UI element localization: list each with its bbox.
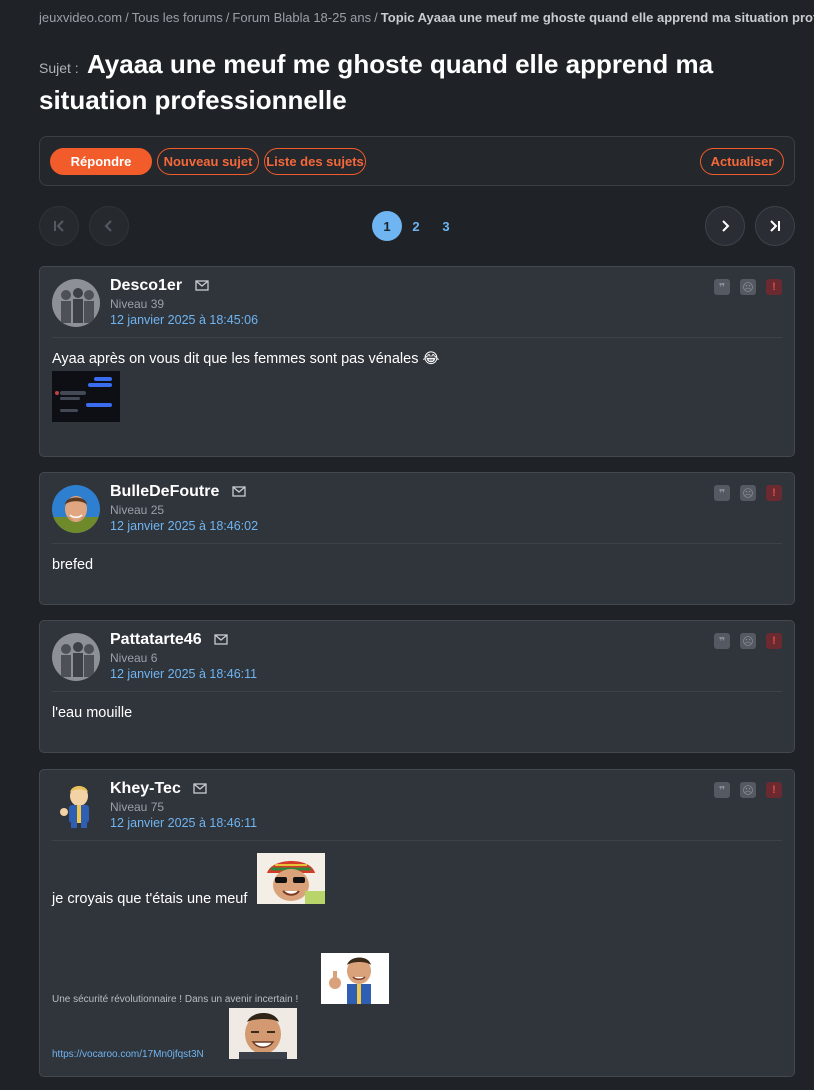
quote-icon[interactable]: ❞ bbox=[714, 485, 730, 501]
sticker-risitas-vault-boy[interactable] bbox=[321, 953, 389, 1004]
post: BulleDeFoutre Niveau 25 12 janvier 2025 … bbox=[39, 472, 795, 605]
page-2-link[interactable]: 2 bbox=[401, 211, 431, 241]
post: Pattatarte46 Niveau 6 12 janvier 2025 à … bbox=[39, 620, 795, 753]
avatar[interactable] bbox=[52, 782, 100, 830]
author-level: Niveau 39 bbox=[110, 297, 165, 311]
last-page-button[interactable] bbox=[755, 206, 795, 246]
post-text-content: Ayaa après on vous dit que les femmes so… bbox=[52, 351, 419, 367]
post-actions: ❞ ☹ ! bbox=[714, 782, 782, 798]
chat-screenshot-image bbox=[52, 371, 120, 422]
divider bbox=[52, 840, 782, 841]
author-name-text: BulleDeFoutre bbox=[110, 483, 220, 500]
page-3-link[interactable]: 3 bbox=[431, 211, 461, 241]
sticker-risitas-smile-image bbox=[229, 1008, 297, 1059]
quote-icon[interactable]: ❞ bbox=[714, 633, 730, 649]
post-actions: ❞ ☹ ! bbox=[714, 485, 782, 501]
author-name[interactable]: Desco1er bbox=[110, 277, 209, 295]
post-actions: ❞ ☹ ! bbox=[714, 633, 782, 649]
mail-icon[interactable] bbox=[194, 280, 209, 291]
action-bar: Répondre Nouveau sujet Liste des sujets … bbox=[39, 136, 795, 186]
post-actions: ❞ ☹ ! bbox=[714, 279, 782, 295]
author-name-text: Khey-Tec bbox=[110, 780, 181, 797]
quote-icon[interactable]: ❞ bbox=[714, 782, 730, 798]
prev-page-button[interactable] bbox=[89, 206, 129, 246]
sticker-risitas-sunglasses[interactable] bbox=[257, 853, 325, 904]
refresh-button[interactable]: Actualiser bbox=[700, 148, 784, 175]
report-icon[interactable]: ! bbox=[766, 633, 782, 649]
breadcrumb-forum-link[interactable]: Forum Blabla 18-25 ans bbox=[232, 10, 371, 25]
mail-icon[interactable] bbox=[193, 783, 207, 794]
blacklist-icon[interactable]: ☹ bbox=[740, 633, 756, 649]
sticker-risitas-smile[interactable] bbox=[229, 1008, 297, 1059]
author-name-text: Pattatarte46 bbox=[110, 631, 202, 648]
page-1-link[interactable]: 1 bbox=[372, 211, 402, 241]
new-topic-button[interactable]: Nouveau sujet bbox=[157, 148, 259, 175]
blacklist-icon[interactable]: ☹ bbox=[740, 279, 756, 295]
divider bbox=[52, 543, 782, 544]
avatar-silhouettes-image bbox=[52, 633, 100, 681]
breadcrumb-current-topic: Topic Ayaaa une meuf me ghoste quand ell… bbox=[380, 10, 814, 25]
avatar[interactable] bbox=[52, 633, 100, 681]
author-level: Niveau 75 bbox=[110, 800, 165, 814]
author-level: Niveau 6 bbox=[110, 651, 158, 665]
avatar[interactable] bbox=[52, 485, 100, 533]
first-page-button[interactable] bbox=[39, 206, 79, 246]
title-prefix: Sujet : bbox=[39, 60, 79, 76]
chevron-left-icon bbox=[104, 220, 112, 232]
post-date-link[interactable]: 12 janvier 2025 à 18:45:06 bbox=[110, 313, 258, 327]
post-text: brefed bbox=[52, 557, 94, 573]
avatar-man-image bbox=[52, 485, 100, 533]
post-date-link[interactable]: 12 janvier 2025 à 18:46:11 bbox=[110, 816, 257, 830]
signature-text: Une sécurité révolutionnaire ! Dans un a… bbox=[52, 994, 299, 1005]
post: Khey-Tec Niveau 75 12 janvier 2025 à 18:… bbox=[39, 769, 795, 1077]
mail-icon[interactable] bbox=[232, 486, 246, 497]
screenshot-thumbnail[interactable] bbox=[52, 371, 120, 422]
first-page-icon bbox=[54, 220, 64, 232]
sticker-risitas-sunglasses-image bbox=[257, 853, 325, 904]
quote-icon[interactable]: ❞ bbox=[714, 279, 730, 295]
next-page-button[interactable] bbox=[705, 206, 745, 246]
post: Desco1er Niveau 39 12 janvier 2025 à 18:… bbox=[39, 266, 795, 457]
avatar[interactable] bbox=[52, 279, 100, 327]
author-name[interactable]: BulleDeFoutre bbox=[110, 483, 246, 501]
vocaroo-link[interactable]: https://vocaroo.com/17Mn0jfqst3N bbox=[52, 1049, 204, 1060]
report-icon[interactable]: ! bbox=[766, 279, 782, 295]
author-name[interactable]: Khey-Tec bbox=[110, 780, 207, 798]
blacklist-icon[interactable]: ☹ bbox=[740, 485, 756, 501]
reply-button[interactable]: Répondre bbox=[50, 148, 152, 175]
avatar-vault-boy-image bbox=[52, 782, 100, 830]
post-date-link[interactable]: 12 janvier 2025 à 18:46:11 bbox=[110, 667, 257, 681]
divider bbox=[52, 691, 782, 692]
author-name[interactable]: Pattatarte46 bbox=[110, 631, 228, 649]
breadcrumb: jeuxvideo.com / Tous les forums / Forum Blab… bbox=[39, 10, 814, 25]
post-text: je croyais que t'étais une meuf bbox=[52, 891, 248, 907]
divider bbox=[52, 337, 782, 338]
mail-icon[interactable] bbox=[214, 634, 228, 645]
topic-list-button[interactable]: Liste des sujets bbox=[264, 148, 366, 175]
blacklist-icon[interactable]: ☹ bbox=[740, 782, 756, 798]
report-icon[interactable]: ! bbox=[766, 485, 782, 501]
author-name-text: Desco1er bbox=[110, 277, 183, 294]
breadcrumb-forums-link[interactable]: Tous les forums bbox=[132, 10, 223, 25]
author-level: Niveau 25 bbox=[110, 503, 165, 517]
breadcrumb-site-link[interactable]: jeuxvideo.com bbox=[39, 10, 122, 25]
sticker-risitas-vault-boy-image bbox=[321, 953, 389, 1004]
chevron-right-icon bbox=[722, 220, 730, 232]
avatar-silhouettes-image bbox=[52, 279, 100, 327]
report-icon[interactable]: ! bbox=[766, 782, 782, 798]
laughing-emoji-icon: 😂 bbox=[422, 351, 440, 367]
post-text: l'eau mouille bbox=[52, 705, 133, 721]
title-text: Ayaaa une meuf me ghoste quand elle appr… bbox=[39, 49, 714, 115]
page-title: Sujet : Ayaaa une meuf me ghoste quand e… bbox=[39, 48, 799, 116]
post-text: Ayaa après on vous dit que les femmes so… bbox=[52, 351, 439, 367]
last-page-icon bbox=[770, 220, 780, 232]
post-date-link[interactable]: 12 janvier 2025 à 18:46:02 bbox=[110, 519, 258, 533]
